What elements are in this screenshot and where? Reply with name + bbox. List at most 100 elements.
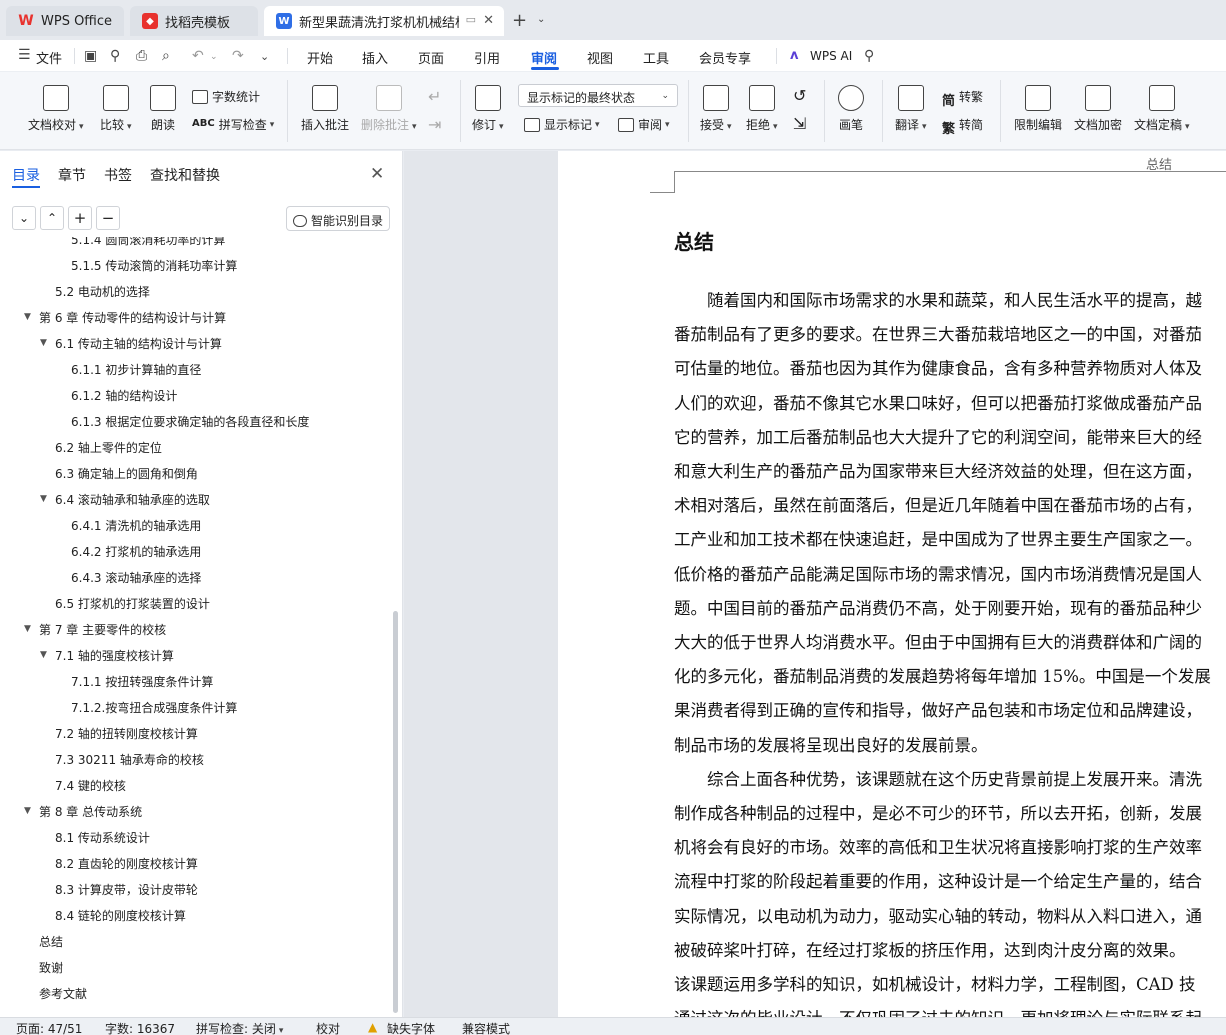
toc-item[interactable]: 第 6 章 传动零件的结构设计与计算 — [39, 309, 226, 326]
expand-triangle-icon[interactable]: ▼ — [24, 312, 31, 322]
toc-item[interactable]: 6.2 轴上零件的定位 — [55, 439, 162, 456]
restrict-edit-button[interactable]: 限制编辑 — [1014, 85, 1062, 133]
scrollbar-thumb[interactable] — [393, 611, 398, 1013]
expand-triangle-icon[interactable]: ▼ — [40, 338, 47, 348]
hamburger-icon[interactable]: ☰ — [18, 47, 31, 63]
chevron-down-icon[interactable]: ⌄ — [537, 14, 545, 25]
prev-comment-icon[interactable]: ↵ — [428, 87, 441, 106]
reject-button[interactable]: 拒绝 ▾ — [746, 85, 778, 133]
expand-triangle-icon[interactable]: ▼ — [40, 650, 47, 660]
close-icon[interactable]: ✕ — [370, 164, 384, 184]
next-comment-icon[interactable]: ⇥ — [428, 115, 441, 134]
toc-item[interactable]: 7.2 轴的扭转刚度校核计算 — [55, 725, 198, 742]
toc-item[interactable]: 致谢 — [39, 959, 63, 976]
toc-item[interactable]: 参考文献 — [39, 985, 87, 1002]
toc-item[interactable]: 6.1.1 初步计算轴的直径 — [71, 361, 201, 378]
compare-button[interactable]: 比较 ▾ — [100, 85, 132, 133]
minus-icon[interactable]: − — [96, 206, 120, 230]
accept-button[interactable]: 接受 ▾ — [700, 85, 732, 133]
toc-item[interactable]: 7.1 轴的强度校核计算 — [55, 647, 174, 664]
show-markup-button[interactable]: 显示标记 ▾ — [524, 116, 600, 133]
next-change-icon[interactable]: ⇲ — [793, 114, 806, 133]
toc-item[interactable]: 7.3 30211 轴承寿命的校核 — [55, 751, 204, 768]
share-icon[interactable]: ⚲ — [110, 48, 120, 64]
spell-check-status[interactable]: 拼写检查: 关闭 ▾ — [196, 1020, 283, 1035]
menu-tools[interactable]: 工具 — [643, 48, 669, 67]
expand-triangle-icon[interactable]: ▼ — [24, 806, 31, 816]
toc-item[interactable]: 8.3 计算皮带，设计皮带轮 — [55, 881, 198, 898]
menu-review[interactable]: 审阅 — [531, 48, 557, 67]
toc-item[interactable]: 6.3 确定轴上的圆角和倒角 — [55, 465, 198, 482]
insert-comment-button[interactable]: 插入批注 — [301, 85, 349, 133]
missing-font-status[interactable]: 缺失字体 — [387, 1020, 435, 1035]
toc-item[interactable]: 7.1.1 按扭转强度条件计算 — [71, 673, 213, 690]
markup-state-select[interactable]: 显示标记的最终状态 ⌄ — [518, 84, 678, 107]
close-icon[interactable]: ✕ — [483, 13, 494, 28]
menu-view[interactable]: 视图 — [587, 48, 613, 67]
toc-item[interactable]: 7.4 键的校核 — [55, 777, 126, 794]
toc-item[interactable]: 8.4 链轮的刚度校核计算 — [55, 907, 186, 924]
to-traditional-button[interactable]: 简 转繁 — [942, 88, 983, 109]
tab-find-replace[interactable]: 查找和替换 — [150, 165, 220, 185]
delete-comment-button[interactable]: 删除批注 ▾ — [361, 85, 417, 133]
wps-ai-button[interactable]: WPS AI — [810, 49, 852, 63]
menu-start[interactable]: 开始 — [307, 48, 333, 67]
page-indicator[interactable]: 页面: 47/51 — [16, 1020, 82, 1035]
menu-insert[interactable]: 插入 — [362, 48, 388, 67]
plus-icon[interactable]: + — [68, 206, 92, 230]
proofread-status[interactable]: 校对 — [316, 1020, 340, 1035]
pen-button[interactable]: 画笔 — [838, 85, 864, 133]
toc-item[interactable]: 8.2 直齿轮的刚度校核计算 — [55, 855, 198, 872]
tab-sections[interactable]: 章节 — [58, 165, 86, 185]
translate-button[interactable]: 翻译 ▾ — [895, 85, 927, 133]
word-count-button[interactable]: 字数统计 — [192, 88, 260, 105]
toc-item[interactable]: 5.1.4 圆筒滚消耗功率的计算 — [71, 237, 225, 248]
toc-item[interactable]: 6.4 滚动轴承和轴承座的选取 — [55, 491, 210, 508]
toc-item[interactable]: 第 8 章 总传动系统 — [39, 803, 142, 820]
search-icon[interactable]: ⚲ — [864, 48, 874, 64]
print-icon[interactable]: ⎙ — [136, 48, 147, 64]
tab-docer[interactable]: ◆ 找稻壳模板 — [130, 6, 258, 36]
expand-triangle-icon[interactable]: ▼ — [24, 624, 31, 634]
chevron-down-icon[interactable]: ⌄ — [210, 52, 218, 62]
menu-member[interactable]: 会员专享 — [699, 48, 751, 67]
file-menu[interactable]: 文件 — [36, 48, 62, 67]
chevron-down-icon[interactable]: ⌄ — [12, 206, 36, 230]
toc-item[interactable]: 6.1.3 根据定位要求确定轴的各段直径和长度 — [71, 413, 309, 430]
toc-item[interactable]: 总结 — [39, 933, 63, 950]
wps-ai-icon[interactable]: ʌ — [790, 48, 798, 63]
tab-bookmarks[interactable]: 书签 — [104, 165, 132, 185]
tab-toc[interactable]: 目录 — [12, 165, 40, 185]
toc-item[interactable]: 7.1.2.按弯扭合成强度条件计算 — [71, 699, 237, 716]
to-simplified-button[interactable]: 繁 转简 — [942, 116, 983, 137]
save-icon[interactable]: ▣ — [84, 48, 97, 64]
toc-item[interactable]: 8.1 传动系统设计 — [55, 829, 150, 846]
revise-button[interactable]: 修订 ▾ — [472, 85, 504, 133]
expand-triangle-icon[interactable]: ▼ — [40, 494, 47, 504]
prev-change-icon[interactable]: ↺ — [793, 86, 806, 105]
review-pane-button[interactable]: 审阅 ▾ — [618, 116, 670, 133]
toc-item[interactable]: 第 7 章 主要零件的校核 — [39, 621, 166, 638]
toc-item[interactable]: 6.5 打浆机的打浆装置的设计 — [55, 595, 210, 612]
read-aloud-button[interactable]: 朗读 — [150, 85, 176, 133]
doc-encrypt-button[interactable]: 文档加密 — [1074, 85, 1122, 133]
spell-check-button[interactable]: ABC 拼写检查 ▾ — [192, 116, 274, 133]
doc-check-button[interactable]: 文档校对 ▾ — [28, 85, 84, 133]
toc-item[interactable]: 6.4.3 滚动轴承座的选择 — [71, 569, 201, 586]
tab-wps-office[interactable]: W WPS Office — [6, 6, 124, 36]
print-preview-icon[interactable]: ⌕ — [162, 48, 170, 64]
doc-finalize-button[interactable]: 文档定稿 ▾ — [1134, 85, 1190, 133]
toc-item[interactable]: 6.4.1 清洗机的轴承选用 — [71, 517, 201, 534]
toc-item[interactable]: 6.1 传动主轴的结构设计与计算 — [55, 335, 222, 352]
chevron-down-icon[interactable]: ⌄ — [260, 50, 269, 63]
toc-item[interactable]: 6.1.2 轴的结构设计 — [71, 387, 177, 404]
tab-current-document[interactable]: W 新型果蔬清洗打浆机机械结构 ▭ ✕ — [264, 6, 504, 36]
toc-item[interactable]: 5.2 电动机的选择 — [55, 283, 150, 300]
undo-icon[interactable]: ↶ — [192, 48, 204, 64]
menu-reference[interactable]: 引用 — [474, 48, 500, 67]
word-count-status[interactable]: 字数: 16367 — [105, 1020, 175, 1035]
new-tab-icon[interactable]: + — [512, 10, 527, 31]
chevron-up-icon[interactable]: ⌃ — [40, 206, 64, 230]
menu-page[interactable]: 页面 — [418, 48, 444, 67]
monitor-icon[interactable]: ▭ — [466, 13, 476, 26]
